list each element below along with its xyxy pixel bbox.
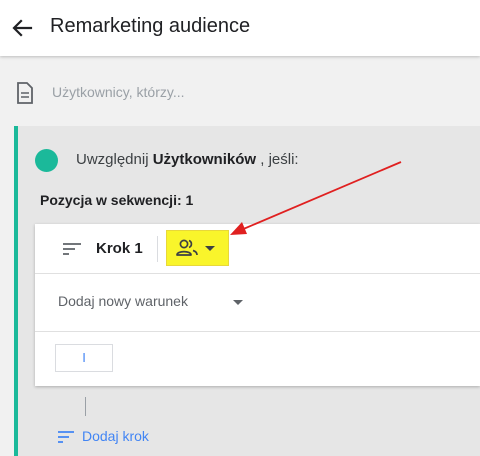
audience-description-input[interactable]: Użytkownicy, którzy...	[52, 84, 185, 100]
sort-lines-icon	[58, 431, 74, 443]
caret-down-icon	[233, 300, 243, 305]
add-condition-select[interactable]: Dodaj nowy warunek	[57, 290, 247, 312]
sequence-position-label: Pozycja w sekwencji: 1	[40, 192, 194, 208]
caret-down-icon	[205, 246, 215, 251]
people-icon	[176, 239, 198, 256]
condition-row: Dodaj nowy warunek	[35, 274, 480, 332]
condition-group-accent-bar	[14, 126, 18, 456]
include-statement: Uwzględnij Użytkowników , jeśli:	[76, 151, 299, 168]
description-row: Użytkownicy, którzy...	[0, 70, 480, 114]
include-target[interactable]: Użytkowników	[153, 151, 256, 168]
add-condition-label: Dodaj nowy warunek	[58, 293, 188, 309]
step-scope-dropdown[interactable]	[166, 230, 229, 266]
add-step-label: Dodaj krok	[82, 428, 149, 444]
step-header: Krok 1	[35, 224, 480, 274]
include-suffix: , jeśli:	[260, 151, 299, 168]
step-header-divider	[157, 236, 158, 262]
add-step-button[interactable]: Dodaj krok	[57, 428, 177, 448]
condition-group-dot	[35, 149, 58, 172]
document-icon	[17, 82, 33, 104]
step-card: Krok 1 Dodaj nowy warunek I	[35, 224, 480, 386]
arrow-back-icon	[12, 19, 33, 37]
step-connector-line	[85, 397, 86, 416]
app-header: Remarketing audience	[0, 0, 480, 56]
back-button[interactable]	[6, 12, 38, 44]
page-title: Remarketing audience	[50, 15, 251, 37]
condition-group: Uwzględnij Użytkowników , jeśli: Pozycja…	[14, 126, 480, 456]
include-prefix: Uwzględnij	[76, 151, 149, 168]
and-condition-button[interactable]: I	[55, 344, 113, 372]
step-label: Krok 1	[96, 240, 143, 257]
sort-lines-icon	[63, 243, 81, 255]
